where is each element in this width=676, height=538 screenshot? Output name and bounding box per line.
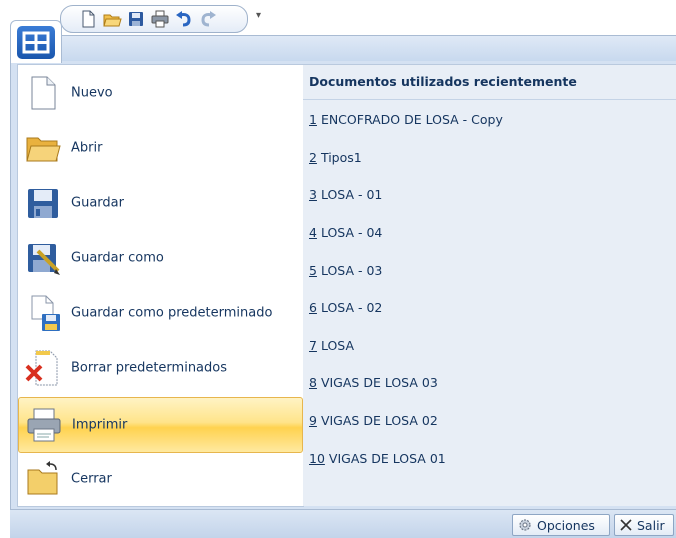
quick-access-toolbar: ▾ bbox=[60, 3, 261, 33]
recent-item-name: ENCOFRADO DE LOSA - Copy bbox=[320, 112, 503, 127]
gear-icon bbox=[519, 519, 531, 531]
close-icon bbox=[620, 519, 632, 531]
recent-item-number: 2 bbox=[309, 150, 317, 165]
recent-item-name: VIGAS DE LOSA 02 bbox=[320, 413, 438, 428]
recent-item-number: 5 bbox=[309, 263, 317, 278]
app-menu-glyph bbox=[22, 31, 50, 54]
menu-item-guardar-como[interactable]: Guardar como bbox=[18, 231, 303, 285]
printer-icon bbox=[25, 406, 63, 444]
open-folder-icon[interactable] bbox=[102, 9, 122, 29]
recent-item-number: 6 bbox=[309, 300, 317, 315]
save-disk-icon[interactable] bbox=[126, 9, 146, 29]
recent-item-name: VIGAS DE LOSA 03 bbox=[320, 375, 438, 390]
recent-item-name: LOSA - 02 bbox=[320, 300, 383, 315]
menu-footer: Opciones Salir bbox=[10, 509, 676, 538]
recent-item[interactable]: 1 ENCOFRADO DE LOSA - Copy bbox=[309, 112, 503, 127]
menu-item-label: Borrar predeterminados bbox=[71, 360, 228, 376]
save-as-default-icon bbox=[24, 294, 62, 332]
menu-item-cerrar[interactable]: Cerrar bbox=[18, 452, 303, 506]
save-disk-icon bbox=[24, 184, 62, 222]
recent-item-number: 1 bbox=[309, 112, 317, 127]
recent-item-name: VIGAS DE LOSA 01 bbox=[328, 451, 446, 466]
recent-item-name: LOSA bbox=[320, 338, 355, 353]
recent-item[interactable]: 9 VIGAS DE LOSA 02 bbox=[309, 413, 438, 428]
menu-item-guardar-como-predeterminado[interactable]: Guardar como predeterminado bbox=[18, 286, 303, 340]
recent-documents-title: Documentos utilizados recientemente bbox=[309, 74, 577, 89]
menu-item-abrir[interactable]: Abrir bbox=[18, 121, 303, 175]
menu-item-borrar-predeterminados[interactable]: Borrar predeterminados bbox=[18, 341, 303, 395]
menu-item-imprimir[interactable]: Imprimir bbox=[18, 397, 303, 453]
recent-item[interactable]: 3 LOSA - 01 bbox=[309, 187, 382, 202]
recent-item[interactable]: 8 VIGAS DE LOSA 03 bbox=[309, 375, 438, 390]
menu-item-label: Cerrar bbox=[71, 471, 112, 487]
options-button[interactable]: Opciones bbox=[512, 514, 610, 536]
app-menu-button[interactable] bbox=[10, 20, 62, 63]
delete-defaults-icon bbox=[24, 349, 62, 387]
customize-quick-access-icon[interactable]: ▾ bbox=[256, 9, 261, 23]
menu-item-label: Guardar bbox=[71, 195, 124, 211]
save-as-icon bbox=[24, 239, 62, 277]
recent-item-name: LOSA - 03 bbox=[320, 263, 383, 278]
menu-item-label: Nuevo bbox=[71, 85, 113, 101]
recent-item[interactable]: 4 LOSA - 04 bbox=[309, 225, 382, 240]
recent-item-number: 7 bbox=[309, 338, 317, 353]
menu-item-label: Guardar como bbox=[71, 250, 164, 266]
recent-documents-panel: Documentos utilizados recientemente 1 EN… bbox=[303, 64, 676, 506]
recent-item[interactable]: 2 Tipos1 bbox=[309, 150, 362, 165]
recent-item[interactable]: 10 VIGAS DE LOSA 01 bbox=[309, 451, 446, 466]
open-folder-icon bbox=[24, 129, 62, 167]
recent-item-number: 8 bbox=[309, 375, 317, 390]
exit-label: Salir bbox=[637, 517, 665, 533]
recent-item-name: LOSA - 01 bbox=[320, 187, 383, 202]
menu-commands: Nuevo Abrir Guardar Guardar como Guardar… bbox=[17, 64, 304, 507]
print-icon[interactable] bbox=[150, 9, 170, 29]
menu-item-label: Guardar como predeterminado bbox=[71, 305, 273, 321]
recent-item[interactable]: 6 LOSA - 02 bbox=[309, 300, 382, 315]
menu-item-label: Imprimir bbox=[72, 417, 128, 433]
menu-item-label: Abrir bbox=[71, 140, 103, 156]
close-folder-icon bbox=[24, 460, 62, 498]
new-document-icon bbox=[24, 74, 62, 112]
recent-item[interactable]: 5 LOSA - 03 bbox=[309, 263, 382, 278]
new-document-icon[interactable] bbox=[78, 9, 98, 29]
recent-item-number: 10 bbox=[309, 451, 325, 466]
title-band bbox=[10, 35, 676, 62]
recent-item-name: LOSA - 04 bbox=[320, 225, 383, 240]
undo-icon[interactable] bbox=[174, 9, 194, 29]
menu-item-nuevo[interactable]: Nuevo bbox=[18, 66, 303, 120]
recent-item-number: 3 bbox=[309, 187, 317, 202]
options-label: Opciones bbox=[537, 517, 595, 533]
recent-item-name: Tipos1 bbox=[320, 150, 362, 165]
recent-item-number: 9 bbox=[309, 413, 317, 428]
menu-item-guardar[interactable]: Guardar bbox=[18, 176, 303, 230]
recent-item[interactable]: 7 LOSA bbox=[309, 338, 354, 353]
recent-item-number: 4 bbox=[309, 225, 317, 240]
recent-documents-header: Documentos utilizados recientemente bbox=[303, 65, 676, 100]
exit-button[interactable]: Salir bbox=[614, 514, 674, 536]
redo-icon[interactable] bbox=[198, 9, 218, 29]
